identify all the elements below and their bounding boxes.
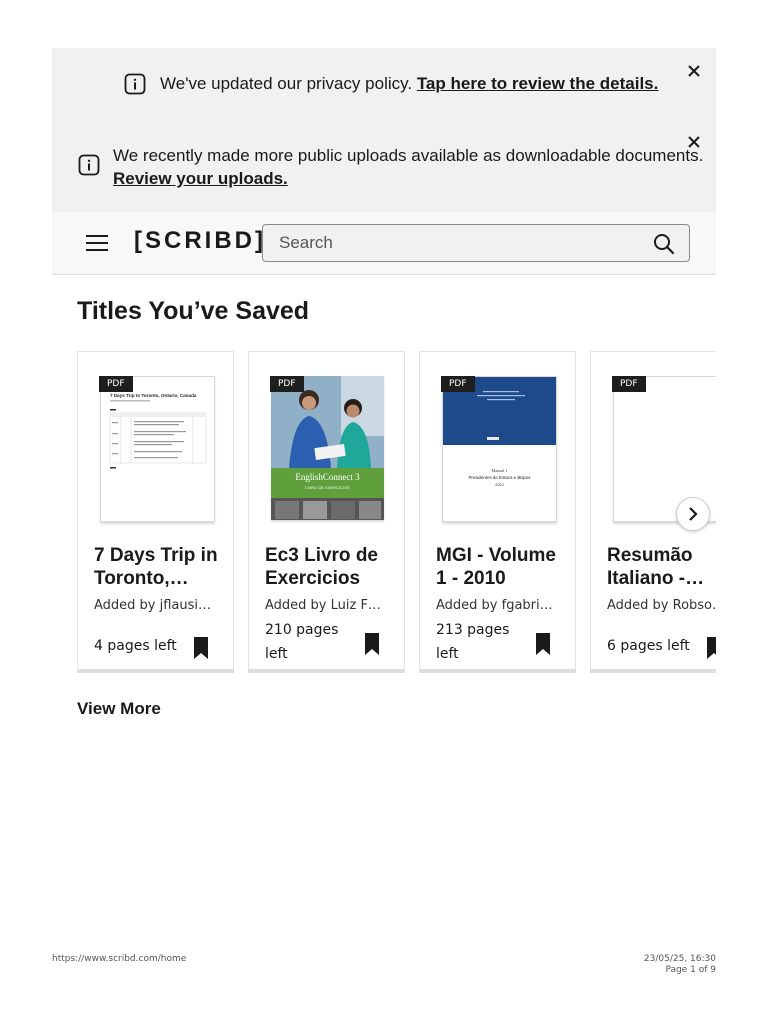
privacy-banner-message: We've updated our privacy policy. Tap he…: [160, 74, 658, 94]
pages-left: 210 pages left: [265, 622, 339, 662]
notification-banners: We've updated our privacy policy. Tap he…: [52, 48, 716, 212]
search-input[interactable]: [263, 225, 655, 261]
search-box: [262, 224, 690, 262]
document-card[interactable]: PDF 7 Days Trip to Toronto, Ontario, Can…: [77, 351, 234, 673]
pages-left: 213 pages left: [436, 622, 510, 662]
close-icon: [688, 65, 700, 77]
pdf-badge: PDF: [270, 376, 304, 392]
uploads-banner: We recently made more public uploads ava…: [52, 120, 716, 212]
cover-subtitle-text: LIVRO DE EXERCÍCIOS: [305, 485, 350, 490]
page-frame: We've updated our privacy policy. Tap he…: [52, 48, 716, 275]
hamburger-line: [86, 242, 108, 244]
thumbnail-page: Manual 1 Presidentes de Estaca e Bispos …: [442, 376, 557, 522]
bookmark-icon[interactable]: [364, 633, 380, 655]
pages-left: 4 pages left: [94, 638, 177, 654]
review-uploads-link[interactable]: Review your uploads.: [113, 169, 288, 188]
document-title[interactable]: Resumão Italiano -…: [607, 544, 716, 590]
cover-brand-text: EnglishConnect 3: [295, 472, 360, 482]
pdf-badge: PDF: [612, 376, 646, 392]
site-header: [SCRIBD]: [52, 212, 716, 275]
footer-page-number: Page 1 of 9: [665, 965, 717, 975]
close-uploads-banner-button[interactable]: [684, 132, 704, 152]
footer-datetime: 23/05/25, 16:30: [643, 954, 716, 964]
manual-cover-image: Manual 1 Presidentes de Estaca e Bispos …: [443, 377, 556, 487]
close-privacy-banner-button[interactable]: [684, 61, 704, 81]
pages-left: 6 pages left: [607, 638, 690, 654]
thumbnail-page: 7 Days Trip to Toronto, Ontario, Canada: [100, 376, 215, 522]
document-card[interactable]: PDF EnglishConnect 3 LIVRO DE EXERCÍCIOS: [248, 351, 405, 673]
manual-label: Manual 1: [492, 468, 508, 473]
menu-button[interactable]: [86, 235, 108, 251]
uploads-banner-text: We recently made more public uploads ava…: [113, 146, 704, 165]
carousel-next-button[interactable]: [676, 497, 710, 531]
search-icon[interactable]: [653, 233, 675, 255]
document-author: Added by jflausi…: [94, 598, 212, 613]
document-title[interactable]: 7 Days Trip in Toronto,…: [94, 544, 226, 590]
pdf-badge: PDF: [441, 376, 475, 392]
thumbnail-heading: 7 Days Trip to Toronto, Ontario, Canada: [110, 393, 197, 398]
info-icon: [124, 73, 146, 95]
bookmark-icon[interactable]: [706, 637, 716, 659]
hamburger-line: [86, 249, 108, 251]
hamburger-line: [86, 235, 108, 237]
scribd-logo[interactable]: [SCRIBD]: [134, 227, 266, 255]
manual-subtitle: Presidentes de Estaca e Bispos: [469, 475, 532, 480]
document-author: Added by Luiz F…: [265, 598, 381, 613]
footer-print-info: 23/05/25, 16:30 Page 1 of 9: [644, 954, 716, 976]
chevron-right-icon: [689, 507, 698, 521]
bookmark-icon[interactable]: [193, 637, 209, 659]
pdf-badge: PDF: [99, 376, 133, 392]
thumbnail-page: EnglishConnect 3 LIVRO DE EXERCÍCIOS: [271, 376, 384, 520]
document-author: Added by Robso…: [607, 598, 716, 613]
document-thumbnail[interactable]: PDF EnglishConnect 3 LIVRO DE EXERCÍCIOS: [270, 376, 384, 522]
document-thumbnail[interactable]: PDF Manual 1 Presidentes de Estaca e Bis…: [441, 376, 557, 522]
englishconnect-cover-image: EnglishConnect 3 LIVRO DE EXERCÍCIOS: [271, 376, 384, 520]
document-title[interactable]: MGI - Volume 1 - 2010: [436, 544, 568, 590]
document-author: Added by fgabrie…: [436, 598, 556, 613]
manual-year: 2010: [495, 483, 503, 487]
saved-titles-carousel: PDF 7 Days Trip to Toronto, Ontario, Can…: [77, 351, 716, 677]
document-thumbnail[interactable]: PDF 7 Days Trip to Toronto, Ontario, Can…: [99, 376, 215, 522]
close-icon: [688, 136, 700, 148]
uploads-banner-message: We recently made more public uploads ava…: [113, 144, 703, 190]
section-title: Titles You’ve Saved: [77, 297, 310, 325]
privacy-banner-text: We've updated our privacy policy.: [160, 74, 417, 93]
itinerary-document-image: 7 Days Trip to Toronto, Ontario, Canada: [109, 393, 207, 469]
info-icon: [78, 154, 100, 176]
document-title[interactable]: Ec3 Livro de Exercicios: [265, 544, 397, 590]
privacy-banner: We've updated our privacy policy. Tap he…: [52, 48, 716, 120]
footer-url: https://www.scribd.com/home: [52, 954, 187, 964]
bookmark-icon[interactable]: [535, 633, 551, 655]
privacy-review-link[interactable]: Tap here to review the details.: [417, 74, 659, 93]
view-more-link[interactable]: View More: [77, 699, 161, 719]
document-card[interactable]: PDF Manual 1 Presidentes de Estaca e Bis…: [419, 351, 576, 673]
